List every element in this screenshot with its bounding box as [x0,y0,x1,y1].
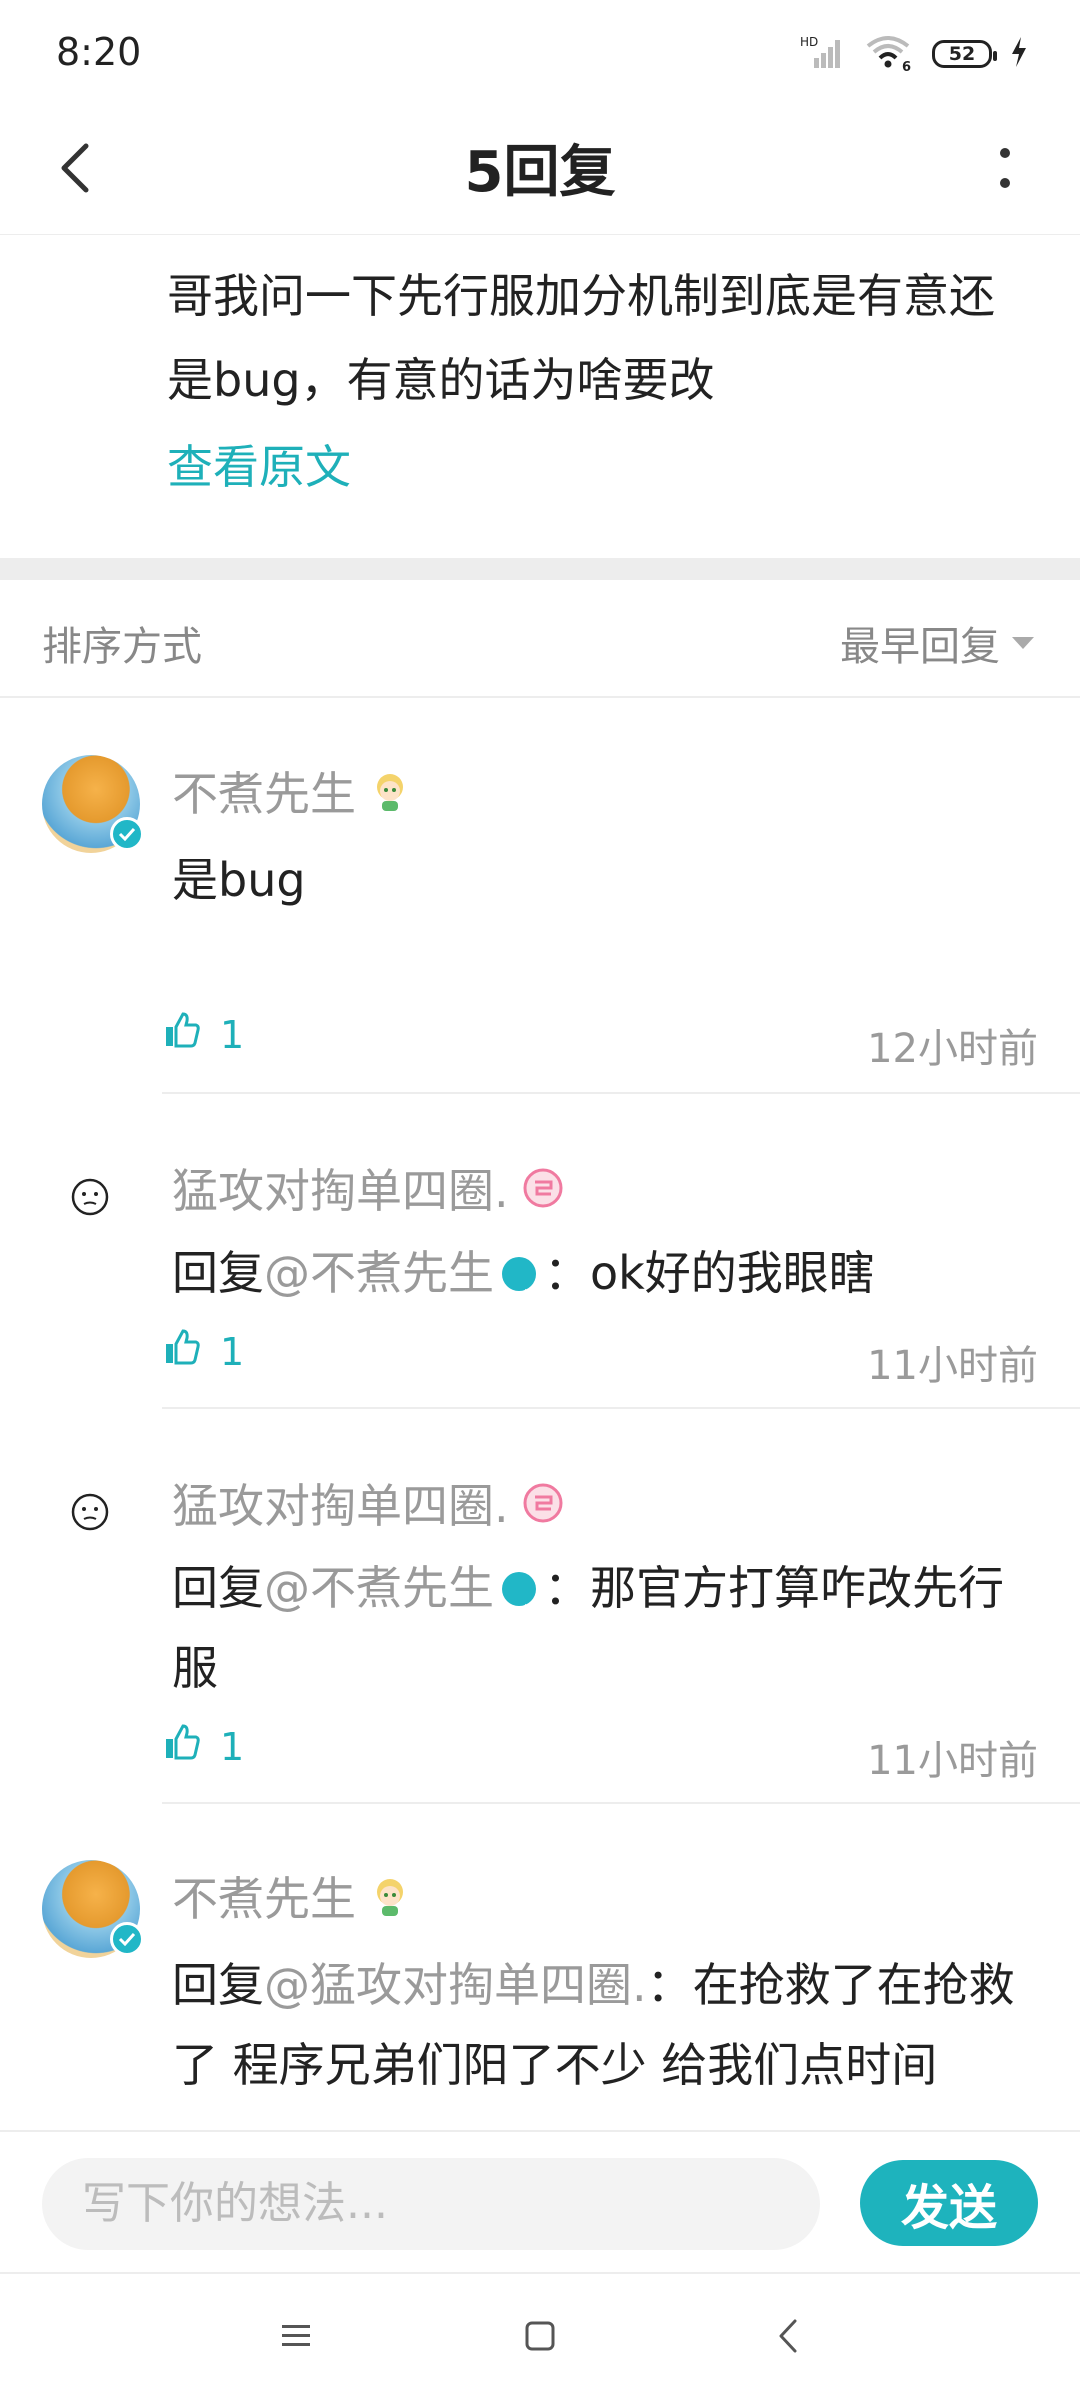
menu-button[interactable] [264,2306,328,2370]
user-name[interactable]: 不煮先生 [172,758,356,824]
home-button[interactable] [508,2306,572,2370]
like-count: 1 [220,1329,245,1374]
like-count: 1 [220,1012,245,1057]
reply-prefix: 回复 [172,1246,264,1300]
user-name[interactable]: 不煮先生 [172,1863,356,1929]
reply-time: 12小时前 [867,1026,1038,1072]
divider [162,1092,1080,1094]
reply-actions: 1 11小时前 [162,1722,1042,1784]
reply-item: 不煮先生 是bug 1 12小时前 [0,700,1080,1095]
avatar[interactable] [70,1177,110,1217]
more-options-button[interactable] [970,135,1040,205]
chevron-left-icon [777,2318,799,2358]
divider [162,1802,1080,1804]
reply-item: 猛攻对掏单四圈. 回复@不煮先生 ：ok好的我眼瞎 1 11小时前 [0,1095,1080,1410]
avatar[interactable] [42,755,144,853]
reply-time: 11小时前 [867,1343,1038,1389]
system-nav-bar [0,2272,1080,2400]
sort-selected: 最早回复 [840,624,1000,670]
square-icon [524,2320,556,2356]
thumbs-up-icon [162,1010,202,1059]
verified-icon [502,1256,536,1305]
svg-text:HD: HD [800,35,818,49]
like-button[interactable]: 1 [162,1327,244,1376]
status-icons: HD 6 52 [800,32,1028,76]
mention-link[interactable]: @猛攻对掏单四圈. [264,1958,647,2012]
send-button[interactable]: 发送 [860,2160,1038,2246]
mention-link[interactable]: @不煮先生 [264,1561,494,1615]
signal-icon: HD [800,34,846,74]
sort-label: 排序方式 [42,624,202,670]
comment-input[interactable]: 写下你的想法... [42,2158,820,2250]
character-badge-icon [368,1874,412,1918]
reply-text: ：ok好的我眼瞎 [544,1246,875,1300]
reply-content: 回复@猛攻对掏单四圈.：在抢救了在抢救了 程序兄弟们阳了不少 给我们点时间 [172,1945,1042,2105]
comment-input-bar: 写下你的想法... 发送 [0,2130,1080,2272]
like-count: 1 [220,1724,245,1769]
pink-badge-icon [521,1481,565,1525]
nav-back-button[interactable] [756,2306,820,2370]
user-row: 不煮先生 [172,1863,412,1929]
wifi-icon: 6 [864,32,914,76]
original-post-text: 哥我问一下先行服加分机制到底是有意还是bug，有意的话为啥要改 [167,269,995,407]
reply-prefix: 回复 [172,1958,264,2012]
battery-icon: 52 [932,40,997,68]
user-row: 不煮先生 [172,758,412,824]
reply-content: 回复@不煮先生 ：那官方打算咋改先行服 [172,1548,1042,1708]
charging-icon [1010,37,1028,71]
section-divider [0,558,1080,580]
menu-icon [280,2323,312,2353]
user-name[interactable]: 猛攻对掏单四圈. [172,1470,509,1536]
reply-actions: 1 11小时前 [162,1327,1042,1389]
mention-link[interactable]: @不煮先生 [264,1246,494,1300]
reply-actions: 1 12小时前 [162,1010,1042,1072]
svg-text:6: 6 [902,60,911,72]
avatar[interactable] [42,1860,144,1958]
verified-icon [110,1922,144,1956]
thumbs-up-icon [162,1722,202,1771]
reply-time: 11小时前 [867,1738,1038,1784]
verified-icon [110,817,144,851]
reply-item: 不煮先生 回复@猛攻对掏单四圈.：在抢救了在抢救了 程序兄弟们阳了不少 给我们点… [0,1805,1080,2130]
caret-down-icon [1012,637,1034,649]
page-header: 5回复 [0,105,1080,235]
status-time: 8:20 [56,30,142,74]
battery-level: 52 [948,43,976,65]
view-original-link[interactable]: 查看原文 [167,431,351,497]
reply-item: 猛攻对掏单四圈. 回复@不煮先生 ：那官方打算咋改先行服 1 11小时前 [0,1410,1080,1805]
more-vertical-icon [998,146,1012,194]
like-button[interactable]: 1 [162,1010,244,1059]
avatar[interactable] [70,1492,110,1532]
sort-bar: 排序方式 最早回复 [0,580,1080,698]
reply-content: 是bug [172,853,306,907]
character-badge-icon [368,769,412,813]
status-bar: 8:20 HD 6 52 [0,0,1080,105]
user-name[interactable]: 猛攻对掏单四圈. [172,1155,509,1221]
pink-badge-icon [521,1166,565,1210]
divider [162,1407,1080,1409]
original-post: 哥我问一下先行服加分机制到底是有意还是bug，有意的话为啥要改 查看原文 [0,236,1080,558]
user-row: 猛攻对掏单四圈. [172,1155,565,1221]
user-row: 猛攻对掏单四圈. [172,1470,565,1536]
verified-icon [502,1571,536,1620]
page-title: 5回复 [464,140,616,205]
reply-content: 回复@不煮先生 ：ok好的我眼瞎 [172,1233,1042,1313]
sort-dropdown[interactable]: 最早回复 [840,614,1034,672]
reply-prefix: 回复 [172,1561,264,1615]
like-button[interactable]: 1 [162,1722,244,1771]
thumbs-up-icon [162,1327,202,1376]
